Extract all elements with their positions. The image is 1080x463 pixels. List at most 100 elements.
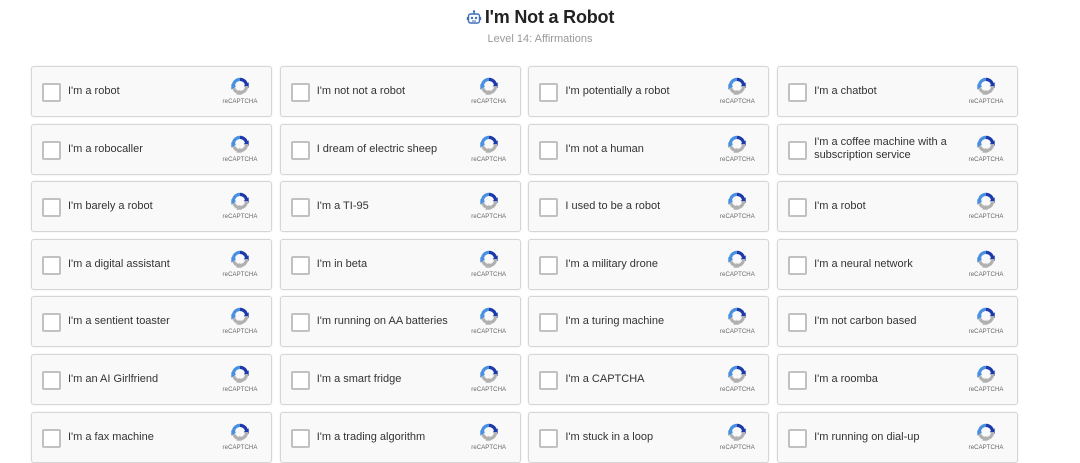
captcha-card[interactable]: I'm a CAPTCHA reCAPTCHA: [528, 353, 770, 405]
recaptcha-badge: reCAPTCHA: [467, 248, 511, 278]
captcha-card[interactable]: I'm a robot reCAPTCHA: [777, 181, 1019, 233]
captcha-card[interactable]: I'm an AI Girlfriend reCAPTCHA: [31, 353, 272, 405]
captcha-card[interactable]: I'm a trading algorithm reCAPTCHA: [279, 411, 521, 463]
captcha-card[interactable]: I'm a neural network reCAPTCHA: [777, 238, 1019, 290]
captcha-checkbox[interactable]: [788, 313, 808, 333]
recaptcha-logo-icon: [231, 135, 249, 153]
captcha-card[interactable]: I'm barely a robot reCAPTCHA: [31, 181, 272, 233]
captcha-checkbox[interactable]: [539, 198, 559, 218]
recaptcha-badge: reCAPTCHA: [467, 75, 511, 105]
captcha-card-label: I'm not not a robot: [316, 85, 406, 97]
captcha-card-label: I'm a coffee machine with a subscription…: [814, 136, 947, 162]
captcha-card[interactable]: I'm potentially a robot reCAPTCHA: [528, 66, 770, 117]
recaptcha-text: reCAPTCHA: [719, 99, 755, 105]
captcha-checkbox[interactable]: [788, 370, 808, 390]
captcha-card[interactable]: I'm not a human reCAPTCHA: [528, 123, 770, 175]
captcha-checkbox[interactable]: [42, 428, 61, 448]
recaptcha-text: reCAPTCHA: [222, 156, 258, 163]
captcha-checkbox[interactable]: [290, 255, 310, 275]
captcha-checkbox[interactable]: [290, 198, 310, 218]
captcha-card-label: I'm a fax machine: [68, 430, 154, 443]
recaptcha-badge: reCAPTCHA: [218, 363, 262, 393]
captcha-card-label: I used to be a robot: [565, 200, 661, 213]
captcha-checkbox[interactable]: [290, 313, 310, 333]
captcha-checkbox[interactable]: [42, 198, 61, 218]
captcha-card[interactable]: I'm running on AA batteries reCAPTCHA: [279, 296, 521, 348]
recaptcha-text: reCAPTCHA: [719, 386, 755, 393]
recaptcha-logo-icon: [231, 77, 249, 95]
captcha-card-label: I'm not a human: [565, 142, 644, 155]
captcha-checkbox[interactable]: [539, 370, 559, 390]
captcha-checkbox[interactable]: [539, 428, 559, 448]
recaptcha-logo-icon: [977, 192, 995, 210]
captcha-card[interactable]: I'm a sentient toaster reCAPTCHA: [31, 296, 272, 348]
recaptcha-badge: reCAPTCHA: [964, 363, 1008, 393]
recaptcha-badge: reCAPTCHA: [218, 305, 262, 335]
captcha-card[interactable]: I'm a fax machine reCAPTCHA: [31, 411, 272, 463]
recaptcha-logo-icon: [728, 192, 747, 210]
captcha-card[interactable]: I used to be a robot reCAPTCHA: [528, 181, 770, 233]
recaptcha-text: reCAPTCHA: [222, 386, 258, 393]
captcha-checkbox[interactable]: [539, 313, 559, 333]
captcha-checkbox[interactable]: [290, 83, 310, 102]
captcha-checkbox[interactable]: [788, 83, 808, 102]
captcha-card[interactable]: I'm a smart fridge reCAPTCHA: [279, 353, 521, 405]
captcha-checkbox[interactable]: [539, 140, 559, 160]
captcha-card[interactable]: I'm a robot reCAPTCHA: [31, 66, 272, 117]
captcha-card-label: I'm a robocaller: [68, 142, 143, 155]
captcha-card[interactable]: I'm a TI-95 reCAPTCHA: [279, 181, 521, 233]
recaptcha-badge: reCAPTCHA: [467, 305, 511, 335]
captcha-checkbox[interactable]: [42, 313, 61, 333]
captcha-card-label: I'm an AI Girlfriend: [68, 372, 159, 385]
page-title: I'm Not a Robot: [484, 7, 615, 27]
recaptcha-badge: reCAPTCHA: [218, 133, 262, 163]
captcha-card[interactable]: I'm not not a robot reCAPTCHA: [279, 66, 521, 117]
captcha-card[interactable]: I'm a military drone reCAPTCHA: [528, 238, 770, 290]
captcha-card[interactable]: I'm stuck in a loop reCAPTCHA: [528, 411, 770, 463]
captcha-card[interactable]: I'm a robocaller reCAPTCHA: [31, 123, 272, 175]
captcha-card-label: I'm a robot: [68, 85, 120, 97]
recaptcha-text: reCAPTCHA: [719, 444, 755, 451]
captcha-checkbox[interactable]: [290, 428, 310, 448]
captcha-checkbox[interactable]: [788, 140, 808, 160]
captcha-checkbox[interactable]: [42, 83, 61, 102]
captcha-card-label: I'm a military drone: [565, 257, 658, 270]
captcha-card[interactable]: I'm a chatbot reCAPTCHA: [777, 66, 1019, 117]
recaptcha-text: reCAPTCHA: [222, 444, 258, 451]
recaptcha-text: reCAPTCHA: [222, 271, 258, 278]
captcha-card-label: I'm running on AA batteries: [316, 315, 448, 328]
recaptcha-logo-icon: [231, 423, 249, 441]
captcha-card-label: I'm a robot: [814, 200, 866, 213]
recaptcha-text: reCAPTCHA: [719, 271, 755, 278]
captcha-card[interactable]: I'm a turing machine reCAPTCHA: [528, 296, 770, 348]
captcha-checkbox[interactable]: [788, 428, 808, 448]
captcha-card[interactable]: I dream of electric sheep reCAPTCHA: [279, 123, 521, 175]
captcha-card-label: I'm a trading algorithm: [316, 430, 426, 443]
recaptcha-text: reCAPTCHA: [471, 329, 507, 336]
captcha-checkbox[interactable]: [788, 198, 808, 218]
captcha-checkbox[interactable]: [539, 83, 559, 102]
captcha-grid: I'm a robot reCAPTCHA I'm not not a robo…: [31, 66, 1019, 463]
captcha-checkbox[interactable]: [42, 140, 61, 160]
captcha-card-label: I'm not carbon based: [814, 315, 917, 328]
captcha-checkbox[interactable]: [42, 370, 61, 390]
captcha-card-label: I'm stuck in a loop: [565, 430, 654, 443]
captcha-card-label: I'm potentially a robot: [565, 85, 670, 97]
captcha-card[interactable]: I'm not carbon based reCAPTCHA: [777, 296, 1019, 348]
captcha-card[interactable]: I'm in beta reCAPTCHA: [279, 238, 521, 290]
captcha-checkbox[interactable]: [290, 140, 310, 160]
captcha-checkbox[interactable]: [42, 255, 61, 275]
captcha-checkbox[interactable]: [788, 255, 808, 275]
recaptcha-badge: reCAPTCHA: [715, 75, 759, 105]
captcha-checkbox[interactable]: [539, 255, 559, 275]
captcha-card[interactable]: I'm running on dial-up reCAPTCHA: [777, 411, 1019, 463]
recaptcha-text: reCAPTCHA: [471, 271, 507, 278]
captcha-checkbox[interactable]: [290, 370, 310, 390]
captcha-card[interactable]: I'm a coffee machine with a subscription…: [777, 123, 1019, 175]
recaptcha-logo-icon: [479, 423, 498, 441]
captcha-card[interactable]: I'm a digital assistant reCAPTCHA: [31, 238, 272, 290]
recaptcha-logo-icon: [977, 308, 995, 326]
captcha-card[interactable]: I'm a roomba reCAPTCHA: [777, 353, 1019, 405]
recaptcha-text: reCAPTCHA: [222, 214, 258, 221]
captcha-card-label: I'm a smart fridge: [316, 372, 402, 385]
